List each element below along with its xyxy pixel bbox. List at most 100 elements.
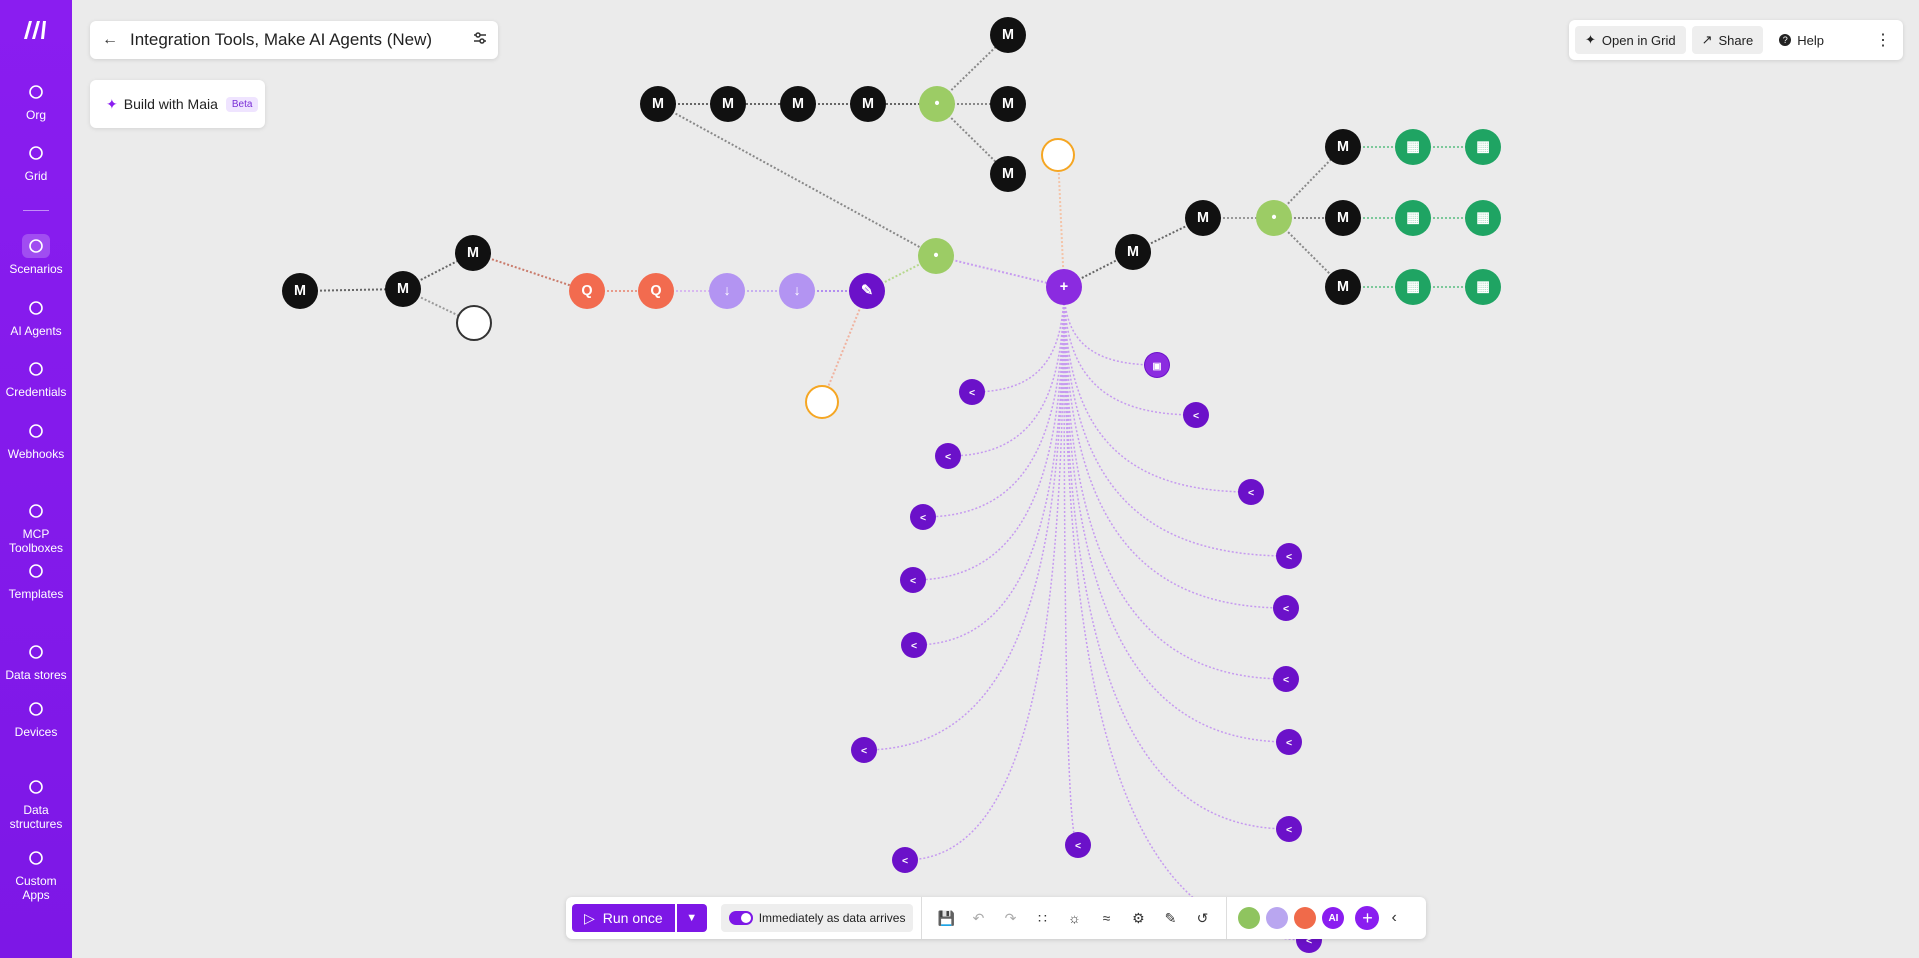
app-badge-text-parser-icon[interactable] [1294,907,1317,929]
agent-tool-node[interactable]: < [900,567,926,593]
make-module-node[interactable]: M [1325,129,1361,165]
agent-tool-node[interactable]: < [851,737,877,763]
agent-tool-node[interactable]: < [910,504,936,530]
tool-connector[interactable] [912,286,1065,581]
gear-icon[interactable]: ⚙ [1122,904,1154,932]
google-sheets-node[interactable]: ▦ [1465,129,1501,165]
tool-connector[interactable] [1063,286,1290,743]
agent-tool-node[interactable]: < [1276,729,1302,755]
datastore-node[interactable]: ↓ [779,273,815,309]
ai-agent-node[interactable]: + [1046,269,1082,305]
auto-align-icon[interactable]: ∷ [1026,904,1058,932]
app-badge-ai-icon[interactable]: AI [1322,907,1345,929]
tool-connector[interactable] [1063,286,1197,416]
scenario-flow[interactable]: M M M C Q Q ↓ ↓ ✎ ⏸ • + ⏸ M M M M • M M M M M • M ▦ ▦ M ▦ ▦ M ▦ ▦ < < < < < < <… [72,0,1919,958]
make-logo[interactable] [22,17,50,41]
sleep-node[interactable]: ⏸ [1041,138,1075,172]
router-node[interactable]: • [919,86,955,122]
back-arrow-icon[interactable]: ← [90,31,130,49]
app-badge-tools-icon[interactable] [1266,907,1289,929]
connector[interactable] [935,255,1065,288]
tool-connector[interactable] [1063,286,1252,493]
make-module-node[interactable]: M [1325,200,1361,236]
undo-icon[interactable]: ↶ [962,904,994,932]
google-sheets-node[interactable]: ▦ [1395,269,1431,305]
share-button[interactable]: ↗ Share [1691,26,1764,54]
router-node[interactable]: • [918,238,954,274]
schedule-toggle[interactable] [728,911,753,925]
tool-connector[interactable] [863,286,1065,751]
agent-tool-node[interactable]: < [892,847,918,873]
more-options-icon[interactable]: ⋮ [1869,30,1897,50]
make-module-node[interactable]: M [1115,234,1151,270]
lightbulb-icon[interactable]: ☼ [1058,904,1090,932]
make-module-node[interactable]: M [640,86,676,122]
collapse-toolbar-chevron-icon[interactable]: ‹ [1391,909,1396,927]
agent-tool-node[interactable]: < [959,379,985,405]
agent-tool-node[interactable]: < [1273,666,1299,692]
make-connector-node[interactable]: C [456,305,492,341]
scenario-title[interactable]: Integration Tools, Make AI Agents (New) [130,30,462,50]
agent-tool-node[interactable]: < [901,632,927,658]
connector[interactable] [657,103,937,257]
sidebar-item-mcp-toolboxes[interactable]: MCP Toolboxes [0,499,72,555]
tool-connector[interactable] [1063,286,1079,846]
sidebar-item-org[interactable]: Org [0,80,72,122]
sidebar-item-credentials[interactable]: Credentials [0,357,72,399]
tool-connector[interactable] [913,286,1065,646]
run-options-dropdown[interactable]: ▼ [676,904,707,932]
redo-icon[interactable]: ↷ [994,904,1026,932]
agent-tool-node[interactable]: < [1183,402,1209,428]
schedule-setting[interactable]: Immediately as data arrives [720,904,914,932]
connector[interactable] [1057,154,1065,288]
sidebar-item-grid[interactable]: Grid [0,141,72,183]
sleep-node[interactable]: ⏸ [805,385,839,419]
agent-tool-node[interactable]: < [1065,832,1091,858]
add-module-button[interactable]: + [1355,906,1380,930]
history-icon[interactable]: ↺ [1186,904,1218,932]
text-parser-node[interactable]: Q [569,273,605,309]
sidebar-item-ai-agents[interactable]: AI Agents [0,296,72,338]
agent-tool-node[interactable]: < [935,443,961,469]
make-module-node[interactable]: M [780,86,816,122]
app-badge-router-icon[interactable] [1238,907,1261,929]
make-module-node[interactable]: M [990,86,1026,122]
tool-connector[interactable] [922,286,1065,518]
google-sheets-node[interactable]: ▦ [1465,269,1501,305]
notes-icon[interactable]: ✎ [1154,904,1186,932]
google-sheets-node[interactable]: ▦ [1395,129,1431,165]
agent-tool-node[interactable]: ▣ [1145,353,1169,377]
scenario-settings-icon[interactable] [462,31,498,50]
make-module-node[interactable]: M [990,17,1026,53]
router-node[interactable]: • [1256,200,1292,236]
tool-connector[interactable] [1063,286,1287,609]
sidebar-item-devices[interactable]: Devices [0,697,72,739]
build-with-maia-button[interactable]: ✦ Build with Maia Beta [90,80,265,128]
make-module-node[interactable]: M [850,86,886,122]
make-module-node[interactable]: M [1325,269,1361,305]
make-module-node[interactable]: M [990,156,1026,192]
agent-tool-node[interactable]: < [1238,479,1264,505]
sidebar-item-data-structures[interactable]: Data structures [0,775,72,831]
agent-tool-node[interactable]: < [1276,816,1302,842]
sidebar-item-custom-apps[interactable]: Custom Apps [0,846,72,902]
sidebar-item-scenarios[interactable]: Scenarios [0,234,72,276]
open-in-grid-button[interactable]: ✦ Open in Grid [1575,26,1686,54]
tools-node[interactable]: ✎ [849,273,885,309]
agent-tool-node[interactable]: < [1276,543,1302,569]
tool-connector[interactable] [1063,286,1158,366]
connector[interactable] [472,252,588,292]
make-module-node[interactable]: M [1185,200,1221,236]
make-module-node[interactable]: M [710,86,746,122]
text-parser-node[interactable]: Q [638,273,674,309]
tool-connector[interactable] [947,286,1065,457]
tool-connector[interactable] [1063,286,1290,830]
save-icon[interactable]: 💾 [930,904,962,932]
sidebar-item-webhooks[interactable]: Webhooks [0,419,72,461]
scenario-canvas[interactable]: M M M C Q Q ↓ ↓ ✎ ⏸ • + ⏸ M M M M • M M M M M • M ▦ ▦ M ▦ ▦ M ▦ ▦ < < < < < < <… [72,0,1919,958]
make-module-node[interactable]: M [455,235,491,271]
sidebar-item-data-stores[interactable]: Data stores [0,640,72,682]
tool-connector[interactable] [1063,286,1310,941]
make-module-node[interactable]: M [282,273,318,309]
tool-connector[interactable] [971,286,1065,393]
